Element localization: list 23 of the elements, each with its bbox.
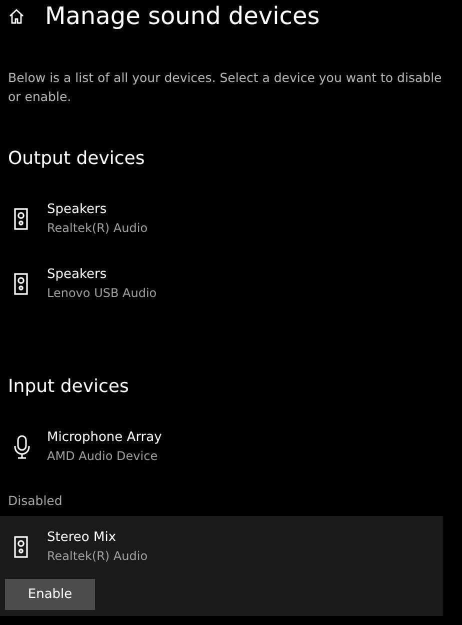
speaker-icon	[14, 536, 28, 558]
device-name: Speakers	[47, 266, 108, 284]
device-name: Microphone Array	[47, 429, 162, 447]
section-heading: Input devices	[8, 376, 130, 399]
speaker-icon	[14, 208, 28, 230]
description-text: Below is a list of all your devices. Select a device you want to disable or enable.	[8, 69, 443, 106]
device-item[interactable]: Speakers Realtek(R) Audio	[0, 188, 443, 249]
speaker-icon	[14, 272, 28, 294]
page-title: Manage sound devices	[45, 2, 320, 30]
section-heading: Output devices	[8, 148, 146, 171]
device-item[interactable]: Speakers Lenovo USB Audio	[0, 253, 443, 314]
device-item[interactable]: Microphone Array AMD Audio Device	[0, 416, 443, 477]
home-icon[interactable]	[8, 8, 25, 24]
device-name: Speakers	[47, 201, 108, 219]
enable-button[interactable]: Enable	[5, 579, 95, 610]
microphone-icon	[14, 434, 30, 458]
device-driver: Realtek(R) Audio	[47, 548, 148, 565]
device-item[interactable]: Stereo Mix Realtek(R) Audio Enable	[0, 516, 443, 616]
device-driver: Lenovo USB Audio	[47, 285, 157, 302]
disabled-label: Disabled	[8, 493, 64, 508]
device-driver: Realtek(R) Audio	[47, 220, 148, 237]
device-driver: AMD Audio Device	[47, 448, 159, 465]
device-name: Stereo Mix	[47, 529, 118, 547]
